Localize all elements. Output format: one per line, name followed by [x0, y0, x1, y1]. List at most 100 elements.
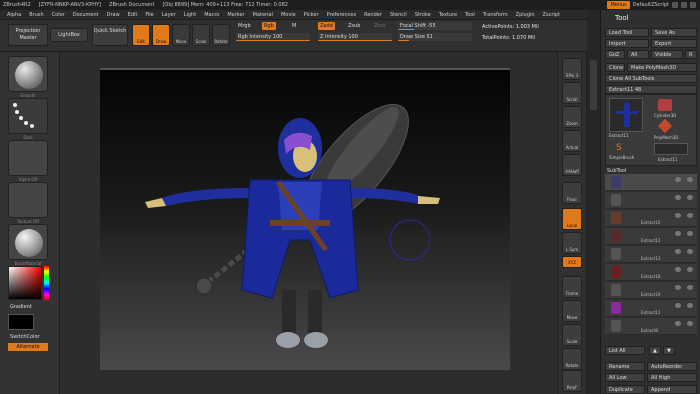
polypaint-icon[interactable] [687, 267, 693, 272]
draw-button[interactable]: Draw [152, 24, 170, 46]
subtool-row[interactable]: Extract10 [605, 210, 697, 227]
subtool-row[interactable]: Extract19 [605, 282, 697, 299]
menu-item[interactable]: Movie [277, 12, 300, 18]
switch-color-button[interactable]: SwitchColor [10, 334, 40, 340]
zadd-toggle[interactable]: Zadd [318, 22, 335, 30]
duplicate-button[interactable]: Duplicate [605, 385, 645, 394]
visible-button[interactable]: Visible [651, 50, 683, 59]
zoom-button[interactable]: Zoom [562, 106, 582, 128]
xyz-button[interactable]: XYZ [562, 256, 582, 268]
polypaint-icon[interactable] [687, 285, 693, 290]
menu-item[interactable]: Zscript [539, 12, 564, 18]
minimize-icon[interactable] [681, 2, 687, 8]
texture-selector[interactable] [8, 182, 48, 218]
rgb-toggle[interactable]: Rgb [262, 22, 276, 30]
arrow-down-icon[interactable]: ▼ [663, 346, 675, 355]
main-color-swatch[interactable] [8, 314, 34, 330]
subtool-row[interactable]: Extract12 [605, 228, 697, 245]
subtool-row[interactable]: Extract13 [605, 246, 697, 263]
rename-button[interactable]: Rename [605, 362, 645, 371]
local-button[interactable]: Local [562, 208, 582, 230]
tool-thumb-extract11[interactable] [609, 98, 643, 132]
menu-item[interactable]: Material [249, 12, 277, 18]
menu-item[interactable]: Stencil [386, 12, 411, 18]
eye-icon[interactable] [675, 321, 681, 326]
draw-size-slider[interactable]: Draw Size 51 [398, 33, 472, 41]
menu-item[interactable]: Render [360, 12, 386, 18]
lsym-button[interactable]: L.Sym [562, 232, 582, 254]
menu-item[interactable]: Zplugin [512, 12, 539, 18]
subtool-row[interactable] [605, 192, 697, 209]
clone-all-subtools-button[interactable]: Clone All SubTools [605, 74, 697, 83]
move-button[interactable]: Move [172, 24, 190, 46]
scroll-button[interactable]: Scroll [562, 82, 582, 104]
projection-master-button[interactable]: Projection Master [8, 24, 48, 46]
menu-item[interactable]: Layer [158, 12, 180, 18]
eye-icon[interactable] [675, 195, 681, 200]
m-toggle[interactable]: M [290, 22, 298, 30]
zsub-toggle[interactable]: Zsub [346, 22, 362, 30]
viewport[interactable] [100, 68, 510, 370]
rgb-intensity-slider[interactable]: Rgb Intensity 100 [236, 33, 310, 41]
menu-item[interactable]: Macro [200, 12, 223, 18]
alternate-button[interactable]: Alternate [8, 343, 48, 351]
polypaint-icon[interactable] [687, 213, 693, 218]
stroke-selector[interactable] [8, 98, 48, 134]
cylinder-icon[interactable] [658, 99, 672, 111]
polypaint-icon[interactable] [687, 177, 693, 182]
all-high-button[interactable]: All High [647, 373, 697, 382]
scrollbar-thumb[interactable] [590, 60, 597, 110]
append-button[interactable]: Append [647, 385, 697, 394]
eye-icon[interactable] [675, 285, 681, 290]
polypaint-icon[interactable] [687, 231, 693, 236]
eye-icon[interactable] [675, 303, 681, 308]
menu-item[interactable]: Alpha [3, 12, 25, 18]
scale-view-button[interactable]: Scale [562, 324, 582, 346]
lightbox-button[interactable]: LightBox [50, 28, 88, 42]
close-icon[interactable] [690, 2, 696, 8]
subtool-row[interactable]: Extract8 [605, 318, 697, 335]
polymesh-star-icon[interactable] [657, 118, 673, 134]
menu-item[interactable]: Color [48, 12, 69, 18]
tool-thumb-extract11-small[interactable] [654, 143, 688, 155]
alpha-selector[interactable] [8, 140, 48, 176]
menu-item[interactable]: Document [69, 12, 103, 18]
default-script-button[interactable]: DefaultZScript [633, 2, 669, 8]
eye-icon[interactable] [675, 231, 681, 236]
eye-icon[interactable] [675, 177, 681, 182]
menu-item[interactable]: Picker [300, 12, 323, 18]
rotate-view-button[interactable]: Rotate [562, 348, 582, 370]
menu-item[interactable]: Edit [124, 12, 142, 18]
clone-button[interactable]: Clone [605, 63, 625, 72]
hue-slider[interactable] [44, 266, 49, 300]
subtool-row[interactable] [605, 174, 697, 191]
spix-button[interactable]: SPix 3 [562, 58, 582, 80]
save-as-button[interactable]: Save As [651, 28, 697, 37]
color-picker[interactable] [8, 266, 42, 300]
menu-item[interactable]: Marker [223, 12, 248, 18]
eye-icon[interactable] [675, 213, 681, 218]
document-canvas[interactable] [60, 52, 557, 394]
menu-item[interactable]: Tool [461, 12, 479, 18]
frame-button[interactable]: Frame [562, 276, 582, 298]
tray-scrollbar[interactable] [587, 10, 600, 394]
make-polymesh-button[interactable]: Make PolyMesh3D [627, 63, 697, 72]
z-intensity-slider[interactable]: Z Intensity 100 [318, 33, 392, 41]
edit-button[interactable]: Edit [132, 24, 150, 46]
polyf-button[interactable]: PolyF [562, 370, 582, 392]
floor-button[interactable]: Floor [562, 182, 582, 204]
help-icon[interactable] [672, 2, 678, 8]
menu-item[interactable]: Draw [103, 12, 124, 18]
r-button[interactable]: R [685, 50, 697, 59]
menu-item[interactable]: Stroke [411, 12, 435, 18]
export-button[interactable]: Export [651, 39, 697, 48]
eye-icon[interactable] [675, 249, 681, 254]
menu-item[interactable]: Texture [435, 12, 461, 18]
scale-button[interactable]: Scale [192, 24, 210, 46]
move-view-button[interactable]: Move [562, 300, 582, 322]
polypaint-icon[interactable] [687, 249, 693, 254]
simplebrush-icon[interactable]: S [616, 143, 622, 153]
autoreorder-button[interactable]: AutoReorder [647, 362, 697, 371]
all-button[interactable]: All [627, 50, 649, 59]
tool-palette-title[interactable]: Tool [615, 14, 629, 22]
